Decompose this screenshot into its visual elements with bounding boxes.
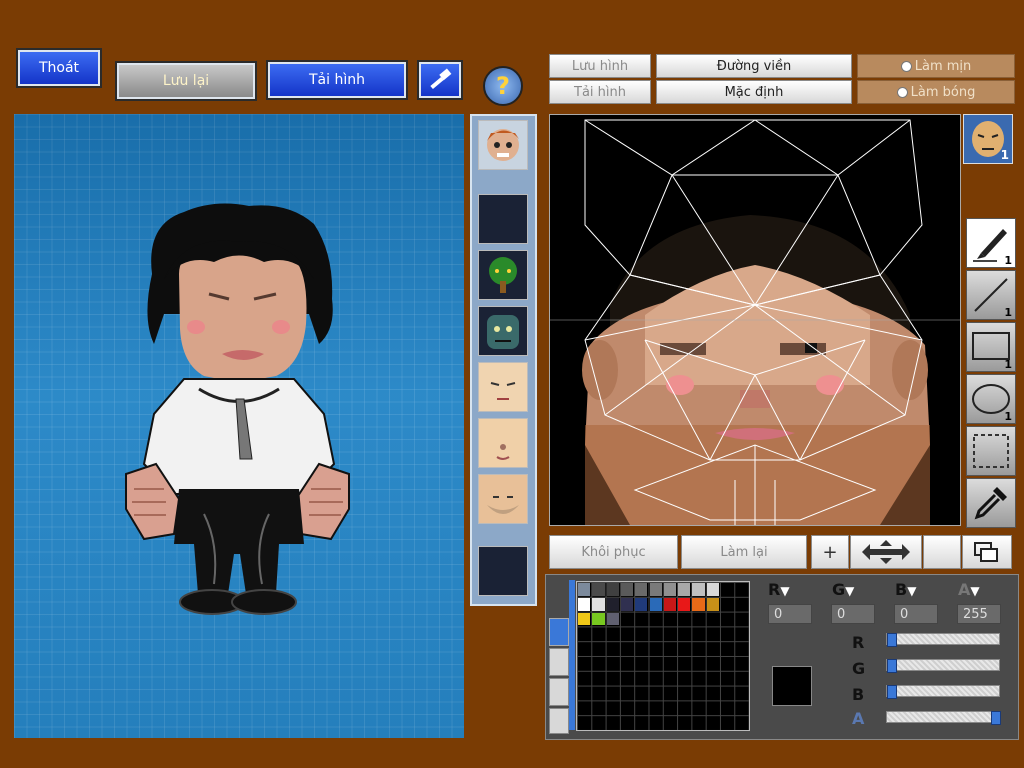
smooth-radio[interactable]: Làm mịn xyxy=(857,54,1015,78)
shine-radio[interactable]: Làm bóng xyxy=(857,80,1015,104)
red-slider[interactable] xyxy=(886,633,1000,647)
load-button[interactable]: Tải hình xyxy=(268,62,406,98)
green-slider[interactable] xyxy=(886,659,1000,673)
face-editor-canvas[interactable] xyxy=(549,114,961,526)
color-swatch[interactable] xyxy=(663,583,677,596)
slider-g-label: G xyxy=(852,659,866,678)
exit-button[interactable]: Thoát xyxy=(18,50,100,86)
palette-tab-2[interactable] xyxy=(549,648,569,676)
face-badge-count: 1 xyxy=(1000,148,1009,162)
minus-button[interactable] xyxy=(923,535,961,569)
color-swatch[interactable] xyxy=(606,597,619,611)
face-thumb-2[interactable] xyxy=(478,250,528,300)
color-swatch[interactable] xyxy=(706,583,719,596)
color-swatch[interactable] xyxy=(692,583,705,596)
dashed-selection-icon xyxy=(973,434,1009,468)
move-arrows-icon xyxy=(862,540,910,564)
restore-button[interactable]: Khôi phục xyxy=(549,535,678,569)
face-shape-badge[interactable]: 1 xyxy=(963,114,1013,164)
color-swatch[interactable] xyxy=(649,597,662,611)
color-swatch[interactable] xyxy=(635,597,648,611)
color-swatch[interactable] xyxy=(649,583,662,596)
ellipse-tool[interactable]: 1 xyxy=(966,374,1016,424)
color-swatch[interactable] xyxy=(620,597,634,611)
swatch-grid xyxy=(576,581,750,731)
blue-value-field[interactable]: 0 xyxy=(894,604,938,624)
outline-button[interactable]: Đường viền xyxy=(656,54,852,78)
face-thumbnail-list xyxy=(470,114,537,606)
layers-button[interactable] xyxy=(962,535,1012,569)
palette-tabs xyxy=(549,580,569,735)
save-button[interactable]: Lưu lại xyxy=(117,63,255,99)
palette-tab-1[interactable] xyxy=(549,618,569,646)
face-thumb-1[interactable] xyxy=(478,120,528,170)
face-thumb-4[interactable] xyxy=(478,362,528,412)
hammer-icon xyxy=(430,68,452,90)
alpha-value-field[interactable]: 255 xyxy=(957,604,1001,624)
color-swatch[interactable] xyxy=(578,583,591,596)
move-button[interactable] xyxy=(850,535,922,569)
radio-icon xyxy=(896,86,908,98)
eyedropper-icon xyxy=(974,487,1007,520)
color-swatch[interactable] xyxy=(592,597,605,611)
character-figure xyxy=(125,203,350,615)
channel-g-label[interactable]: G▼ xyxy=(832,580,854,599)
line-tool[interactable]: 1 xyxy=(966,270,1016,320)
color-swatch[interactable] xyxy=(663,597,677,611)
dropdown-icon: ▼ xyxy=(780,584,790,598)
face-thumb-3[interactable] xyxy=(478,306,528,356)
slider-b-label: B xyxy=(852,685,865,704)
palette-edge xyxy=(569,580,575,730)
color-swatch[interactable] xyxy=(678,583,691,596)
palette-tab-3[interactable] xyxy=(549,678,569,706)
color-swatch[interactable] xyxy=(620,583,634,596)
plus-icon: + xyxy=(822,541,838,563)
dropdown-icon: ▼ xyxy=(970,584,980,598)
face-thumb-empty-2[interactable] xyxy=(478,546,528,596)
alpha-slider[interactable] xyxy=(886,711,1001,725)
slider-r-label: R xyxy=(852,633,865,652)
dropdown-icon: ▼ xyxy=(907,584,917,598)
load-image-button[interactable]: Tải hình xyxy=(549,80,651,104)
color-swatch[interactable] xyxy=(578,612,591,626)
red-value-field[interactable]: 0 xyxy=(768,604,812,624)
add-button[interactable]: + xyxy=(811,535,849,569)
color-swatch[interactable] xyxy=(635,583,648,596)
default-button[interactable]: Mặc định xyxy=(656,80,852,104)
eyedropper-tool[interactable] xyxy=(966,478,1016,528)
channel-a-label[interactable]: A▼ xyxy=(958,580,980,599)
color-swatch[interactable] xyxy=(606,612,619,626)
color-swatch[interactable] xyxy=(606,583,619,596)
face-thumb-6[interactable] xyxy=(478,474,528,524)
face-thumb-empty-1[interactable] xyxy=(478,194,528,244)
color-swatch[interactable] xyxy=(692,597,705,611)
selection-tool[interactable] xyxy=(966,426,1016,476)
pen-tool[interactable]: 1 xyxy=(966,218,1016,268)
color-swatch[interactable] xyxy=(592,583,605,596)
color-swatch[interactable] xyxy=(706,597,719,611)
layers-icon xyxy=(974,542,998,562)
blue-slider[interactable] xyxy=(886,685,1000,699)
character-preview xyxy=(14,114,464,738)
palette-tab-4[interactable] xyxy=(549,708,569,734)
save-image-button[interactable]: Lưu hình xyxy=(549,54,651,78)
help-button[interactable]: ? xyxy=(483,66,523,106)
green-value-field[interactable]: 0 xyxy=(831,604,875,624)
slider-a-label: A xyxy=(852,709,865,728)
dropdown-icon: ▼ xyxy=(845,584,855,598)
channel-b-label[interactable]: B▼ xyxy=(895,580,916,599)
hammer-button[interactable] xyxy=(419,62,461,98)
color-swatch[interactable] xyxy=(578,597,591,611)
color-swatch[interactable] xyxy=(678,597,691,611)
redo-button[interactable]: Làm lại xyxy=(681,535,807,569)
radio-icon xyxy=(900,60,912,72)
face-thumb-5[interactable] xyxy=(478,418,528,468)
color-swatch[interactable] xyxy=(592,612,605,626)
current-color-swatch xyxy=(772,666,812,706)
rectangle-tool[interactable]: 1 xyxy=(966,322,1016,372)
channel-r-label[interactable]: R▼ xyxy=(768,580,790,599)
